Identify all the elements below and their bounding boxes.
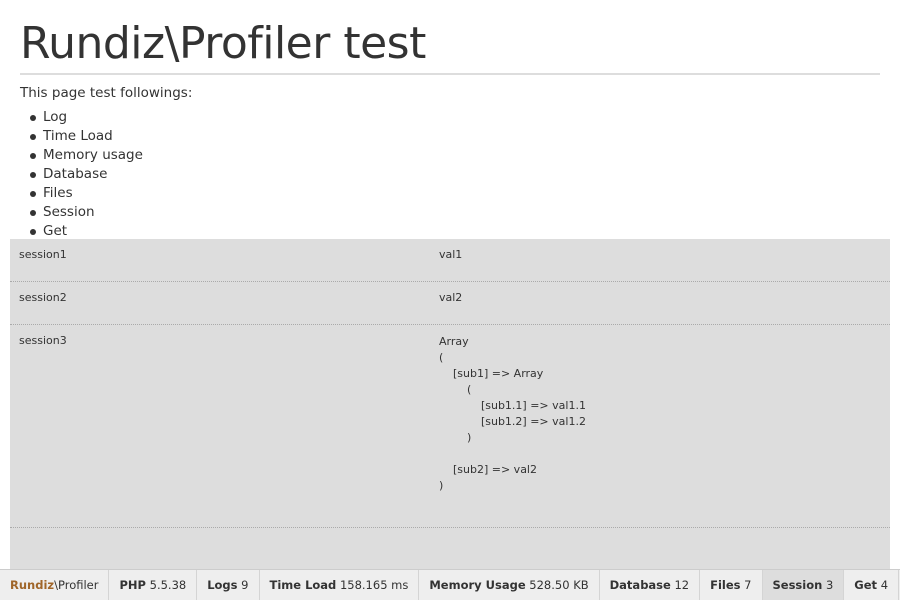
tab-label: Get: [854, 578, 878, 592]
profiler-tab-get[interactable]: Get 4: [844, 570, 900, 600]
page-title: Rundiz\Profiler test: [20, 18, 426, 69]
list-item-label: Time Load: [43, 128, 113, 144]
session-row: session2 val2: [10, 282, 890, 325]
session-row: session1 val1: [10, 239, 890, 282]
bullet-icon: [30, 115, 36, 121]
tab-value: 7: [744, 578, 752, 592]
list-item-label: Memory usage: [43, 147, 143, 163]
tab-value: 5.5.38: [149, 578, 187, 592]
tab-label: Logs: [207, 578, 238, 592]
list-item: Time Load: [20, 127, 143, 146]
bullet-icon: [30, 153, 36, 159]
profiler-tab-php[interactable]: PHP 5.5.38: [109, 570, 198, 600]
tab-value: 158.165 ms: [339, 578, 409, 592]
tab-label: Files: [710, 578, 741, 592]
list-item-label: Get: [43, 223, 68, 239]
page: Rundiz\Profiler test This page test foll…: [0, 0, 900, 600]
list-item: Session: [20, 203, 143, 222]
bullet-icon: [30, 191, 36, 197]
list-item-label: Files: [43, 185, 73, 201]
session-key: session2: [19, 291, 67, 304]
session-key: session3: [19, 334, 67, 347]
bullet-icon: [30, 229, 36, 235]
title-divider: [20, 73, 880, 75]
profiler-tab-logs[interactable]: Logs 9: [197, 570, 260, 600]
tab-label: Memory Usage: [429, 578, 526, 592]
tab-value: 9: [241, 578, 249, 592]
session-value: val1: [439, 248, 463, 261]
profiler-bar: Rundiz\Profiler PHP 5.5.38 Logs 9 Time L…: [0, 569, 900, 600]
brand-suffix: \Profiler: [54, 578, 99, 592]
tab-label: Database: [609, 578, 671, 592]
list-item-label: Log: [43, 109, 68, 125]
list-item: Memory usage: [20, 146, 143, 165]
bullet-icon: [30, 172, 36, 178]
list-item: Database: [20, 165, 143, 184]
tab-label: Time Load: [269, 578, 337, 592]
profiler-tab-database[interactable]: Database 12: [600, 570, 701, 600]
tab-value: 4: [880, 578, 889, 592]
bullet-icon: [30, 210, 36, 216]
profiler-tab-files[interactable]: Files 7: [700, 570, 763, 600]
bullet-icon: [30, 134, 36, 140]
profiler-brand[interactable]: Rundiz\Profiler: [0, 570, 110, 600]
brand-name: Rundiz: [10, 578, 55, 592]
tab-value: 12: [674, 578, 690, 592]
intro-text: This page test followings:: [20, 85, 193, 101]
session-key: session1: [19, 248, 67, 261]
session-value: val2: [439, 291, 463, 304]
tab-label: PHP: [119, 578, 146, 592]
profiler-tab-memory-usage[interactable]: Memory Usage 528.50 KB: [419, 570, 600, 600]
session-row: session3 Array ( [sub1] => Array ( [sub1…: [10, 325, 890, 528]
feature-list: Log Time Load Memory usage Database File…: [20, 108, 143, 241]
tab-label: Session: [772, 578, 823, 592]
list-item-label: Session: [43, 204, 95, 220]
list-item-label: Database: [43, 166, 108, 182]
list-item: Files: [20, 184, 143, 203]
session-value: Array ( [sub1] => Array ( [sub1.1] => va…: [439, 334, 586, 494]
session-panel[interactable]: session1 val1 session2 val2 session3 Arr…: [10, 239, 890, 570]
profiler-tab-time-load[interactable]: Time Load 158.165 ms: [260, 570, 420, 600]
list-item: Log: [20, 108, 143, 127]
session-array-dump: Array ( [sub1] => Array ( [sub1.1] => va…: [439, 335, 586, 492]
profiler-tab-session[interactable]: Session 3: [762, 570, 845, 600]
tab-value: 528.50 KB: [529, 578, 589, 592]
tab-value: 3: [825, 578, 834, 592]
